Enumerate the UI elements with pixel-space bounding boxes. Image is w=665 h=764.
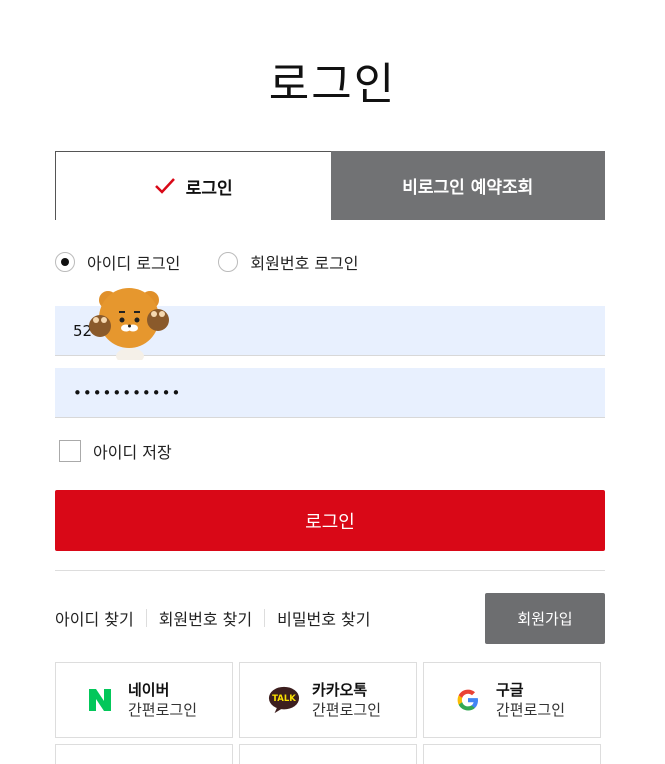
login-button[interactable]: 로그인 xyxy=(55,490,605,551)
account-links: 아이디 찾기 회원번호 찾기 비밀번호 찾기 xyxy=(55,606,371,630)
social-login-button[interactable] xyxy=(239,744,417,764)
naver-icon xyxy=(84,684,116,716)
radio-member-no-login[interactable]: 회원번호 로그인 xyxy=(218,250,359,274)
radio-selected-icon xyxy=(55,252,75,272)
tab-guest-reservation-label: 비로그인 예약조회 xyxy=(402,178,534,198)
naver-label: 네이버 xyxy=(128,681,170,699)
social-login-button[interactable] xyxy=(55,744,233,764)
password-input[interactable]: ••••••••••• xyxy=(55,368,605,418)
radio-id-login[interactable]: 아이디 로그인 xyxy=(55,250,180,274)
kakaotalk-sub-label: 간편로그인 xyxy=(312,701,382,719)
find-password-link[interactable]: 비밀번호 찾기 xyxy=(277,606,370,630)
tab-guest-reservation[interactable]: 비로그인 예약조회 xyxy=(330,151,605,220)
naver-sub-label: 간편로그인 xyxy=(128,701,198,719)
social-login-button[interactable] xyxy=(423,744,601,764)
social-login-group: 네이버 간편로그인 TALK 카카오톡 간편로그인 구글 간편로그인 xyxy=(55,662,605,738)
save-id-checkbox[interactable]: 아이디 저장 xyxy=(59,439,172,463)
join-button[interactable]: 회원가입 xyxy=(485,593,605,644)
google-sub-label: 간편로그인 xyxy=(496,701,566,719)
save-id-label: 아이디 저장 xyxy=(93,443,172,462)
page-title: 로그인 xyxy=(268,59,397,110)
kakaotalk-label: 카카오톡 xyxy=(312,681,368,699)
divider xyxy=(55,570,605,571)
naver-login-button[interactable]: 네이버 간편로그인 xyxy=(55,662,233,738)
find-member-no-link[interactable]: 회원번호 찾기 xyxy=(159,606,252,630)
check-icon xyxy=(154,178,175,194)
ryan-mascot-icon xyxy=(89,288,169,360)
google-login-button[interactable]: 구글 간편로그인 xyxy=(423,662,601,738)
link-separator xyxy=(264,609,266,627)
checkbox-box xyxy=(59,440,81,462)
login-type-group: 아이디 로그인 회원번호 로그인 xyxy=(55,250,397,274)
google-label: 구글 xyxy=(496,681,524,699)
link-separator xyxy=(145,609,147,627)
login-tabs: 로그인 비로그인 예약조회 xyxy=(55,151,605,220)
social-login-row-2 xyxy=(55,744,605,764)
tab-login-label: 로그인 xyxy=(185,178,233,199)
kakaotalk-icon: TALK xyxy=(268,684,300,716)
kakaotalk-login-button[interactable]: TALK 카카오톡 간편로그인 xyxy=(239,662,417,738)
svg-text:TALK: TALK xyxy=(272,693,296,703)
radio-member-no-login-label: 회원번호 로그인 xyxy=(250,254,359,273)
radio-unselected-icon xyxy=(218,252,239,272)
tab-login[interactable]: 로그인 xyxy=(55,151,331,220)
find-id-link[interactable]: 아이디 찾기 xyxy=(55,606,134,630)
radio-id-login-label: 아이디 로그인 xyxy=(87,254,181,273)
google-icon xyxy=(452,684,484,716)
